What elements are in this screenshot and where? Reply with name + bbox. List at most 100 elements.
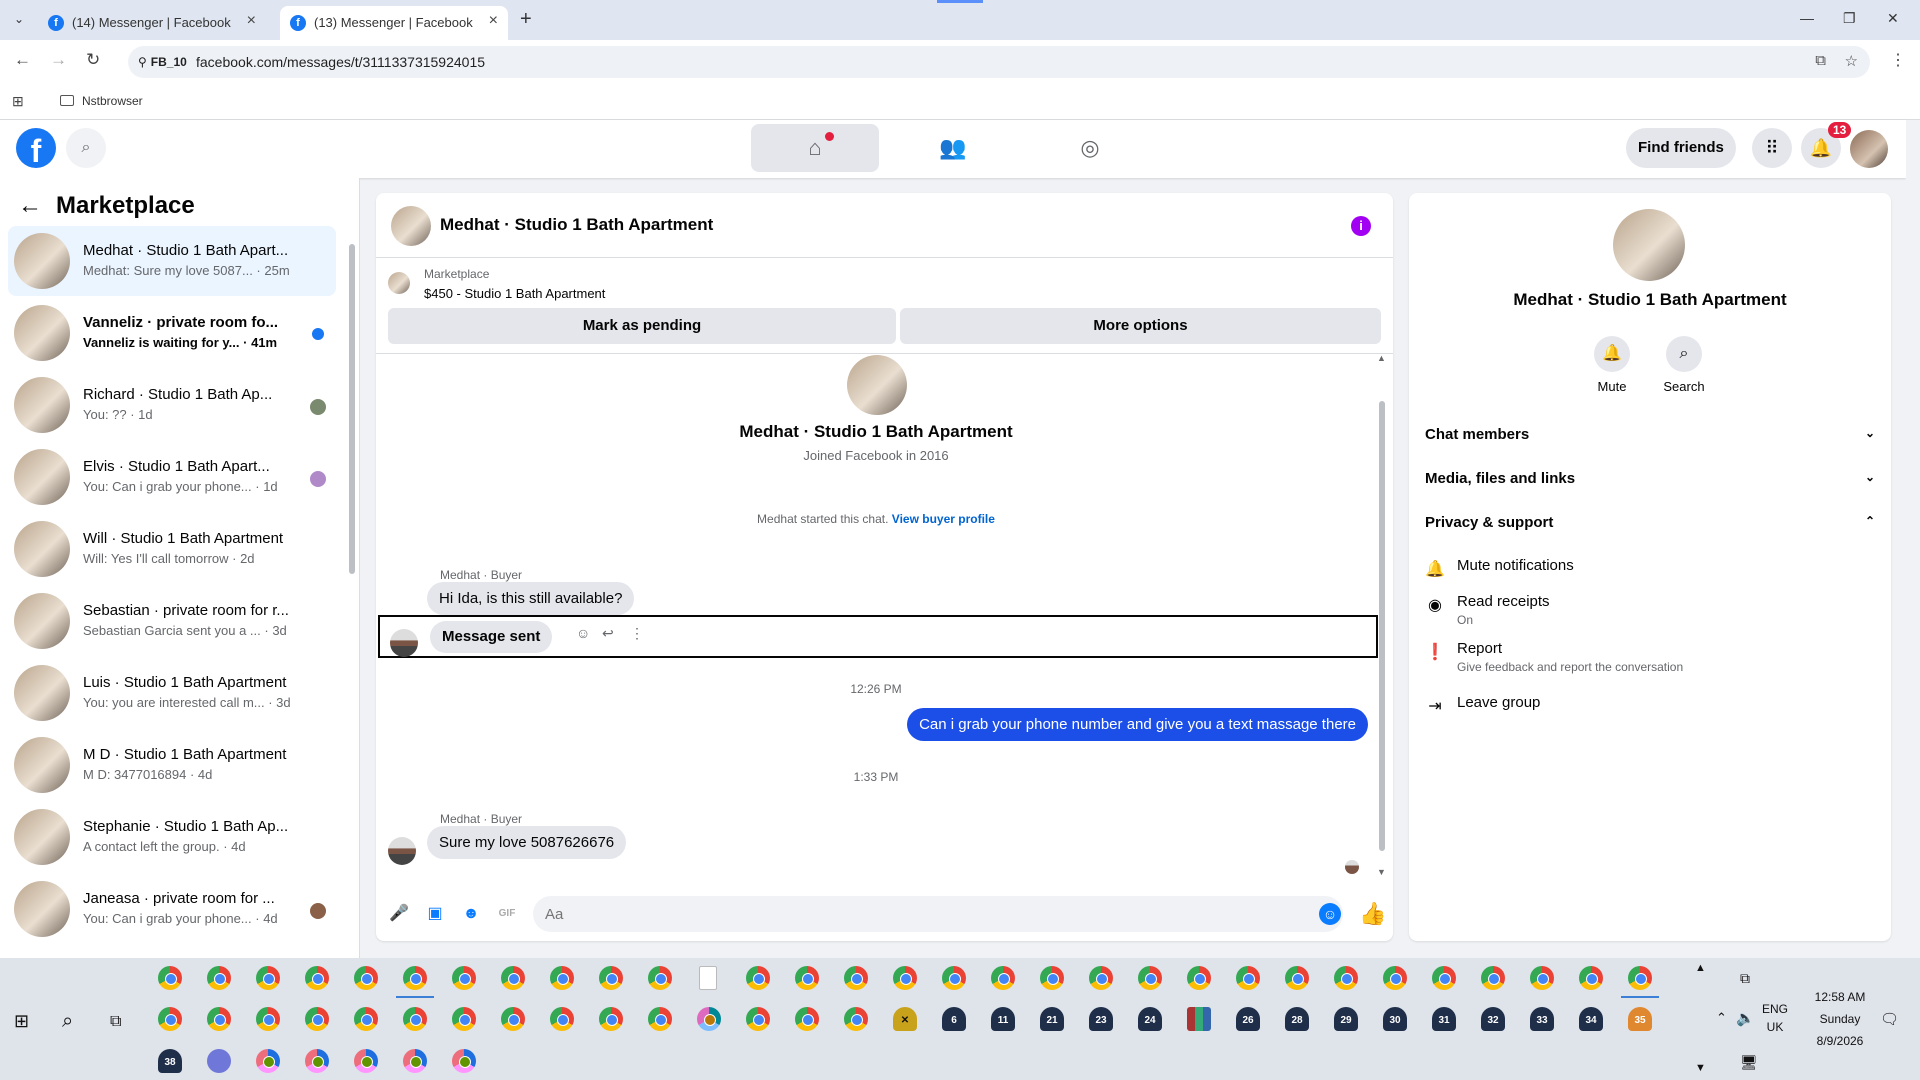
conversation-item[interactable]: Richard · Studio 1 Bath Ap... You: ?? · … [8, 370, 336, 440]
listing-thumbnail[interactable] [388, 272, 410, 294]
show-hidden-icons[interactable]: ⌃ [1716, 1010, 1727, 1026]
avatar[interactable] [1613, 209, 1685, 281]
site-info-chip[interactable]: ⚲ FB_10 [138, 55, 187, 69]
view-buyer-profile-link[interactable]: View buyer profile [892, 512, 995, 526]
numbered-app-icon[interactable]: 32 [1481, 1007, 1505, 1031]
numbered-app-icon[interactable]: 23 [1089, 1007, 1113, 1031]
attach-photo-icon[interactable]: ▣ [424, 903, 446, 925]
numbered-app-icon[interactable]: 34 [1579, 1007, 1603, 1031]
groups-tab-icon[interactable]: ◎ [1026, 124, 1154, 172]
numbered-app-icon[interactable]: 28 [1285, 1007, 1309, 1031]
chrome-app-icon[interactable] [1138, 966, 1162, 990]
chrome-app-icon[interactable] [501, 966, 525, 990]
chromium-app-icon[interactable] [256, 1049, 280, 1073]
chat-members-section[interactable]: Chat members ⌄ [1425, 426, 1875, 443]
chrome-app-icon[interactable] [403, 966, 427, 990]
chrome-app-icon[interactable] [991, 966, 1015, 990]
notification-center-icon[interactable]: 🗨 [1880, 1010, 1899, 1028]
numbered-app-icon[interactable]: 24 [1138, 1007, 1162, 1031]
chrome-app-icon[interactable] [354, 1007, 378, 1031]
chromium-app-icon[interactable] [305, 1049, 329, 1073]
search-icon[interactable]: ⌕ [62, 1010, 73, 1033]
scroll-up-arrow-icon[interactable]: ▲ [1377, 353, 1386, 363]
more-options-button[interactable]: More options [900, 308, 1381, 344]
report-item[interactable]: ❗ Report Give feedback and report the co… [1425, 640, 1875, 680]
chrome-app-icon[interactable] [1383, 966, 1407, 990]
mute-notifications-item[interactable]: 🔔 Mute notifications [1425, 557, 1875, 587]
numbered-app-icon[interactable]: 21 [1040, 1007, 1064, 1031]
reload-icon[interactable]: ↻ [86, 50, 100, 70]
chrome-app-icon[interactable] [501, 1007, 525, 1031]
chrome-app-icon[interactable] [1530, 966, 1554, 990]
back-arrow-icon[interactable]: ← [18, 192, 42, 219]
forward-icon[interactable]: → [50, 50, 67, 70]
windows-start-icon[interactable]: ⊞ [14, 1011, 29, 1032]
chrome-app-icon[interactable] [207, 966, 231, 990]
minimize-icon[interactable]: — [1800, 10, 1814, 26]
numbered-app-icon[interactable]: 30 [1383, 1007, 1407, 1031]
conversation-item[interactable]: M D · Studio 1 Bath Apartment M D: 34770… [8, 730, 336, 800]
incoming-message[interactable]: Sure my love 5087626676 [427, 826, 627, 859]
chromium-app-icon[interactable] [452, 1049, 476, 1073]
numbered-app-icon[interactable]: 38 [158, 1049, 182, 1073]
chrome-app-icon[interactable] [1040, 966, 1064, 990]
chromium-app-icon[interactable] [403, 1049, 427, 1073]
chrome-app-icon[interactable] [1432, 966, 1456, 990]
scrollbar-thumb[interactable] [349, 244, 355, 574]
back-icon[interactable]: ← [14, 50, 31, 70]
reply-icon[interactable]: ↩ [602, 625, 614, 642]
facebook-logo-icon[interactable]: f [16, 128, 56, 169]
numbered-app-icon[interactable]: 6 [942, 1007, 966, 1031]
chat-title[interactable]: Medhat · Studio 1 Bath Apartment [440, 215, 713, 235]
chrome-app-icon[interactable] [403, 1007, 427, 1031]
conversation-list-scrollbar[interactable] [348, 232, 356, 952]
message-sent-bubble[interactable]: Message sent [430, 621, 553, 653]
chrome-beta-app-icon[interactable] [697, 1007, 721, 1031]
numbered-app-icon[interactable]: 29 [1334, 1007, 1358, 1031]
numbered-app-icon[interactable]: ✕ [893, 1007, 917, 1031]
close-tab-icon[interactable]: × [247, 12, 256, 30]
chrome-app-icon[interactable] [893, 966, 917, 990]
conversation-item[interactable]: Elvis · Studio 1 Bath Apart... You: Can … [8, 442, 336, 512]
chrome-app-icon[interactable] [1187, 966, 1211, 990]
chrome-app-icon[interactable] [746, 966, 770, 990]
home-tab-icon[interactable]: ⌂ [751, 124, 879, 172]
task-view-icon[interactable]: ⧉ [110, 1013, 121, 1031]
conversation-item[interactable]: Will · Studio 1 Bath Apartment Will: Yes… [8, 514, 336, 584]
bookmark-star-icon[interactable]: ☆ [1845, 52, 1858, 70]
sticker-icon[interactable]: ☻ [460, 903, 482, 925]
read-receipts-item[interactable]: ◉ Read receipts On [1425, 593, 1875, 633]
avatar[interactable] [391, 206, 431, 246]
conversation-item[interactable]: Medhat · Studio 1 Bath Apart... Medhat: … [8, 226, 336, 296]
bookmark-nstbrowser[interactable]: Nstbrowser [60, 94, 143, 108]
numbered-app-icon[interactable]: 33 [1530, 1007, 1554, 1031]
chromium-app-icon[interactable] [354, 1049, 378, 1073]
message-input[interactable] [533, 896, 1343, 932]
chrome-app-icon[interactable] [648, 966, 672, 990]
chrome-app-icon[interactable] [1285, 966, 1309, 990]
chrome-app-icon[interactable] [550, 1007, 574, 1031]
info-icon[interactable]: i [1351, 216, 1371, 236]
language-indicator[interactable]: ENG UK [1762, 1002, 1788, 1034]
outgoing-message[interactable]: Can i grab your phone number and give yo… [907, 708, 1368, 741]
chrome-app-icon[interactable] [207, 1007, 231, 1031]
close-window-icon[interactable]: ✕ [1887, 10, 1899, 27]
scroll-down-arrow-icon[interactable]: ▼ [1377, 867, 1386, 877]
chrome-app-icon[interactable] [795, 1007, 819, 1031]
conversation-item[interactable]: Janeasa · private room for ... You: Can … [8, 874, 336, 944]
network-icon[interactable]: 🖥 [1740, 1054, 1758, 1071]
apps-grid-icon[interactable]: ⊞ [12, 93, 24, 110]
scrollbar-thumb[interactable] [1379, 401, 1385, 851]
winrar-icon[interactable] [1187, 1007, 1211, 1031]
privacy-support-section[interactable]: Privacy & support ⌃ [1425, 514, 1875, 531]
chrome-app-icon[interactable] [452, 966, 476, 990]
mark-as-pending-button[interactable]: Mark as pending [388, 308, 896, 344]
chrome-app-icon[interactable] [1089, 966, 1113, 990]
numbered-app-icon-active[interactable]: 35 [1628, 1007, 1652, 1031]
chrome-app-icon[interactable] [1481, 966, 1505, 990]
close-tab-icon[interactable]: × [489, 12, 498, 30]
restore-icon[interactable]: ❐ [1843, 10, 1856, 27]
chrome-app-icon[interactable] [1628, 966, 1652, 990]
leave-group-item[interactable]: ⇥ Leave group [1425, 694, 1875, 724]
chrome-app-icon[interactable] [550, 966, 574, 990]
